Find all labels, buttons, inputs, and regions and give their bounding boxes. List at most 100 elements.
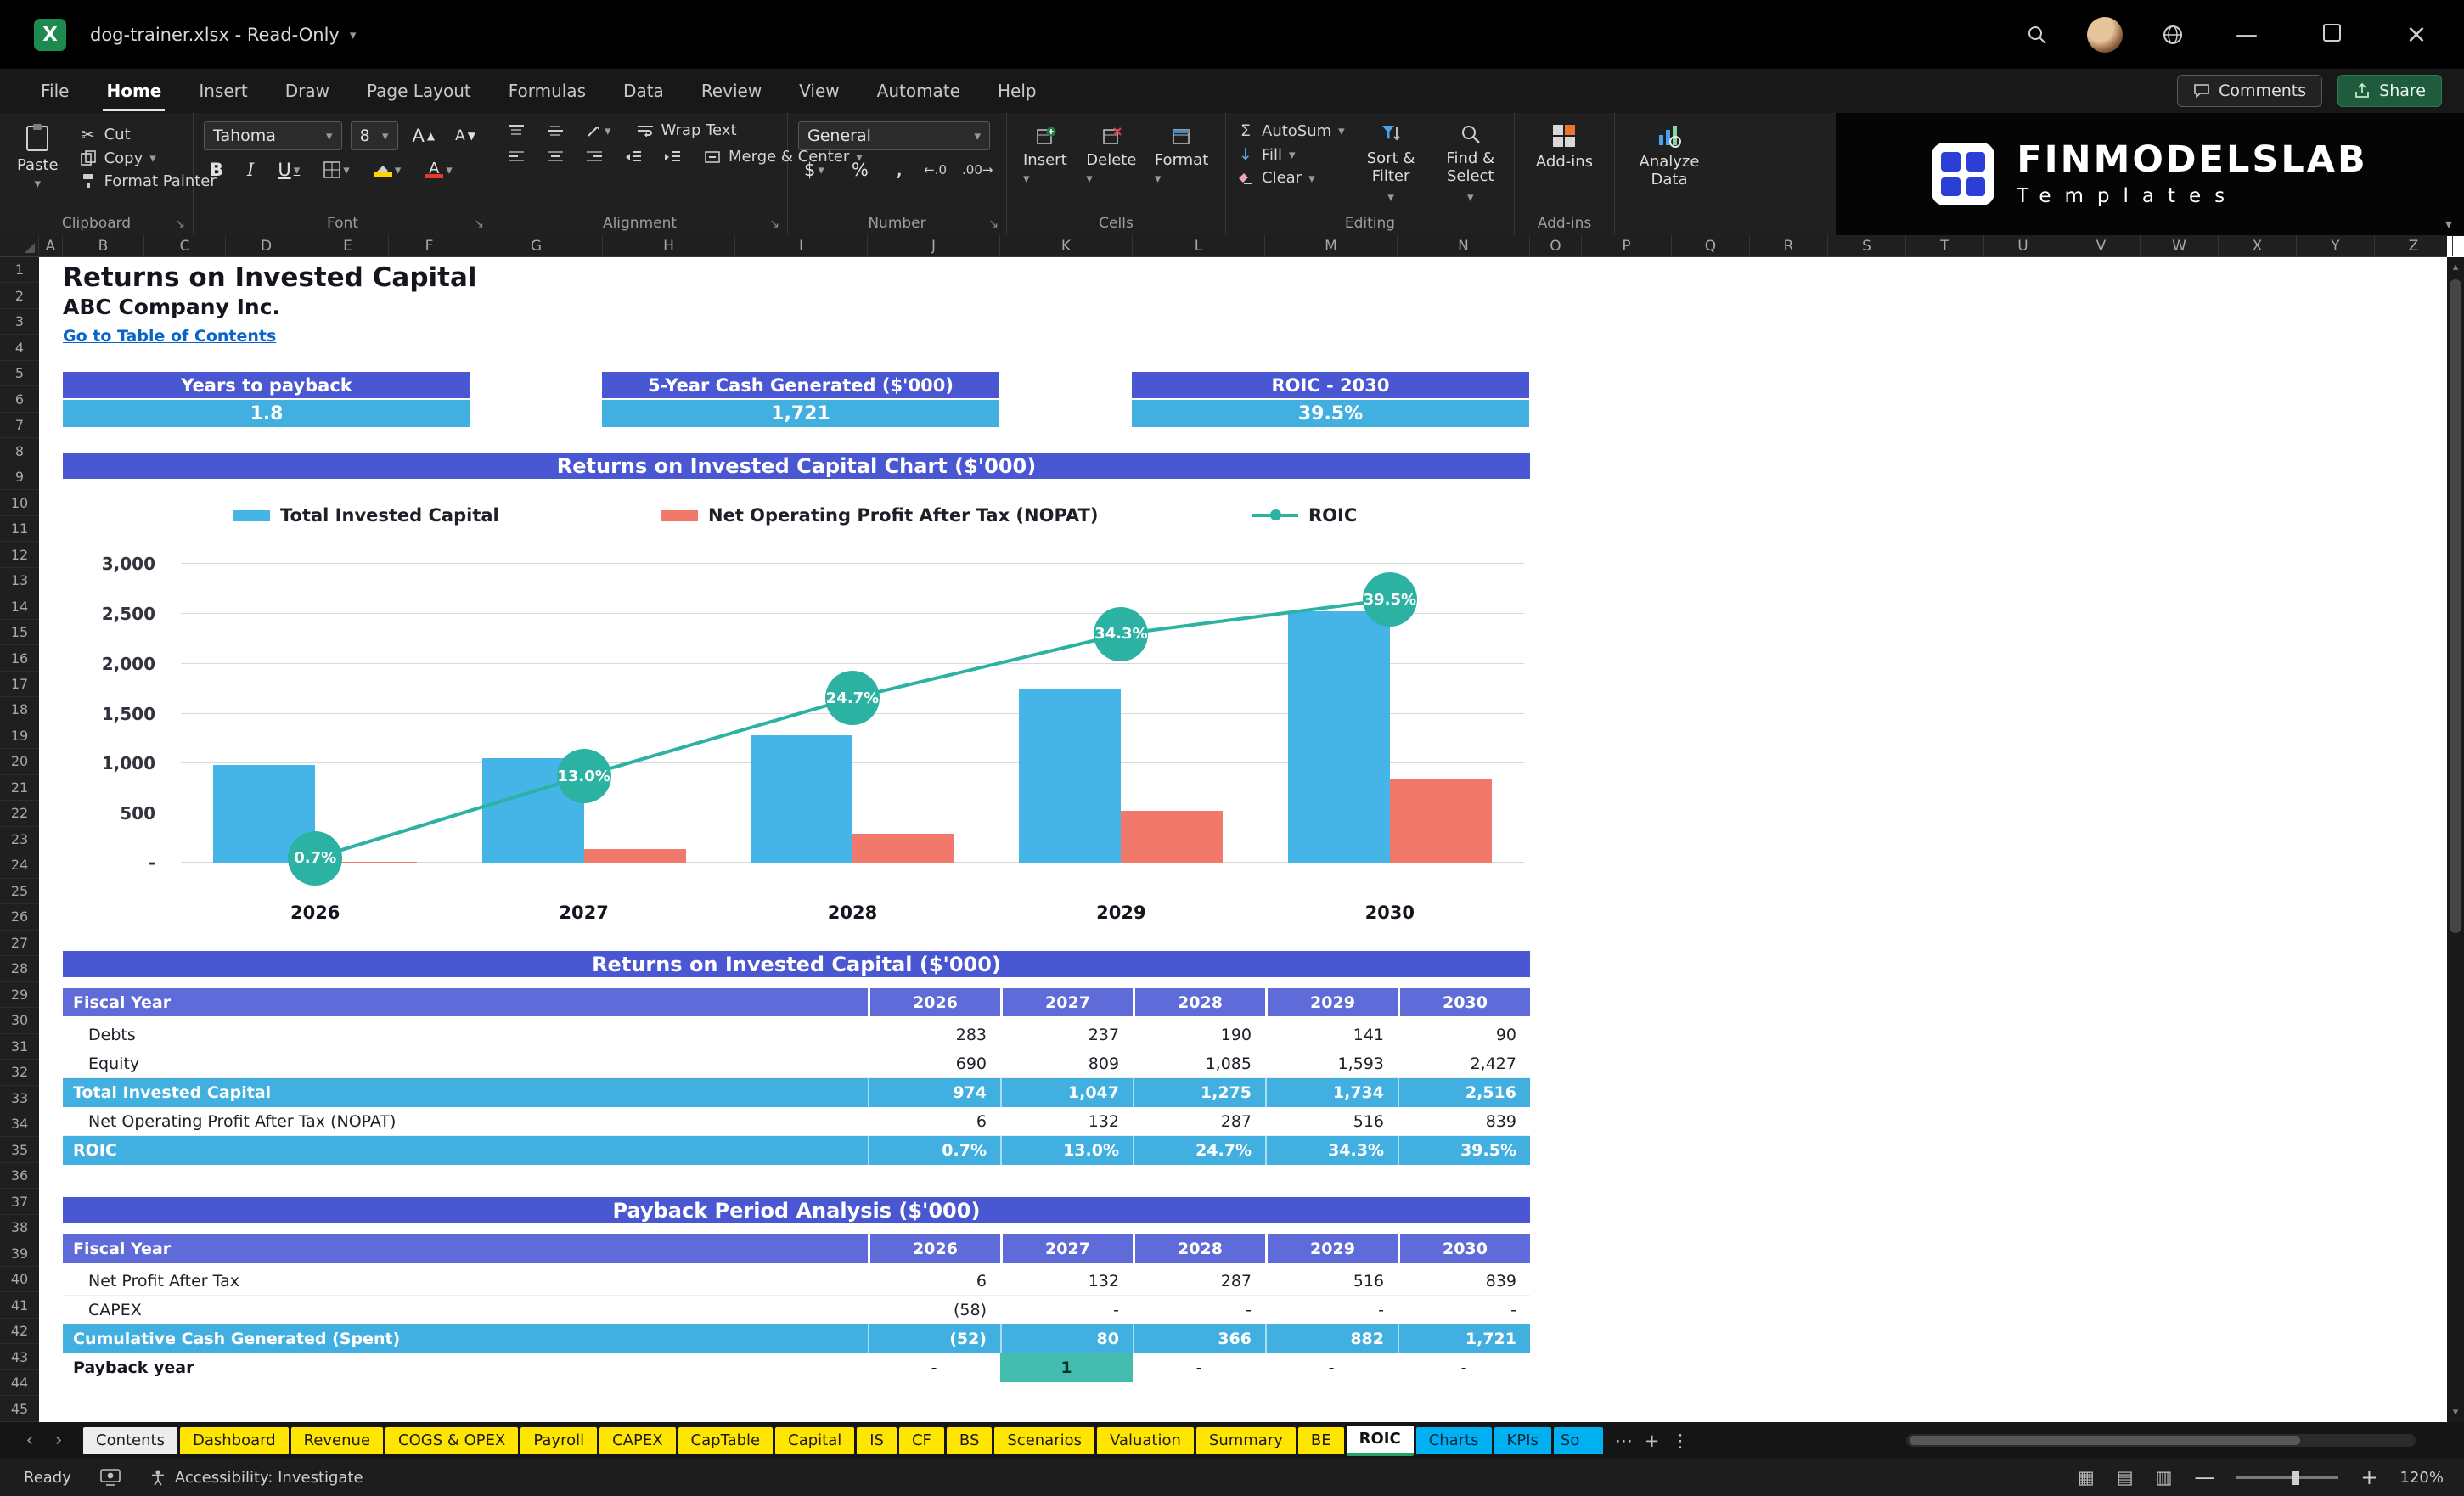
kpi-value-years-to-payback[interactable]: 1.8 (63, 400, 470, 427)
year-header-2027[interactable]: 2027 (1000, 988, 1133, 1016)
cell-value[interactable]: - (1265, 1296, 1398, 1324)
cell-value[interactable]: 2,427 (1398, 1049, 1530, 1077)
cell-value[interactable]: 1,275 (1133, 1078, 1265, 1107)
table-row[interactable]: Equity 690 809 1,085 1,593 2,427 (63, 1049, 1530, 1078)
font-name-combo[interactable]: Tahoma ▾ (204, 121, 342, 150)
cell-value[interactable]: 1,085 (1133, 1049, 1265, 1077)
row-header-20[interactable]: 20 (0, 749, 39, 775)
bold-button[interactable]: B (204, 159, 229, 181)
autosum-button[interactable]: Σ AutoSum ▾ (1236, 121, 1345, 140)
sheet-tab-cogs-opex[interactable]: COGS & OPEX (385, 1426, 519, 1454)
row-header-41[interactable]: 41 (0, 1292, 39, 1319)
normal-view-icon[interactable]: ▦ (2078, 1467, 2095, 1488)
increase-decimal-button[interactable]: ←.0 (924, 162, 947, 177)
menu-tab-page-layout[interactable]: Page Layout (352, 72, 487, 110)
addins-button[interactable]: Add-ins (1529, 121, 1600, 173)
row-header-16[interactable]: 16 (0, 645, 39, 672)
row-header-5[interactable]: 5 (0, 361, 39, 387)
row-header-35[interactable]: 35 (0, 1137, 39, 1163)
paste-button[interactable]: Paste ▾ (10, 121, 65, 194)
menu-tab-review[interactable]: Review (686, 72, 777, 110)
row-headers[interactable]: 1 2 3 4 5 6 7 8 9 10 11 12 13 14 15 16 17 18 19 20 21 22 23 24 2… (0, 257, 39, 1422)
comments-button[interactable]: Comments (2177, 75, 2323, 107)
row-label[interactable]: CAPEX (63, 1296, 868, 1324)
file-name[interactable]: dog-trainer.xlsx - Read-Only ▾ (90, 25, 356, 45)
row-header-37[interactable]: 37 (0, 1189, 39, 1215)
cell-value[interactable]: 6 (868, 1267, 1000, 1295)
column-header-G[interactable]: G (470, 235, 603, 256)
row-header-12[interactable]: 12 (0, 542, 39, 568)
cell-value[interactable]: 839 (1398, 1267, 1530, 1295)
row-header-39[interactable]: 39 (0, 1240, 39, 1267)
cell-value[interactable]: 516 (1265, 1107, 1398, 1135)
sheet-tab-captable[interactable]: CapTable (678, 1426, 774, 1454)
row-header-38[interactable]: 38 (0, 1215, 39, 1241)
row-header-15[interactable]: 15 (0, 620, 39, 646)
column-header-D[interactable]: D (226, 235, 307, 256)
row-header-42[interactable]: 42 (0, 1319, 39, 1345)
row-header-21[interactable]: 21 (0, 775, 39, 801)
column-header-M[interactable]: M (1265, 235, 1398, 256)
sheet-tab-summary[interactable]: Summary (1195, 1426, 1296, 1454)
align-right-icon[interactable] (581, 149, 608, 165)
globe-icon[interactable] (2160, 22, 2186, 48)
zoom-out-button[interactable]: — (2194, 1465, 2214, 1489)
year-header-2029[interactable]: 2029 (1265, 1234, 1398, 1263)
roic-chart-plot[interactable]: 0.7% 13.0% 24.7% 34.3% 39.5% (181, 563, 1524, 886)
sheet-tab-be[interactable]: BE (1297, 1426, 1344, 1454)
column-header-K[interactable]: K (1000, 235, 1133, 256)
cell-value[interactable]: 690 (868, 1049, 1000, 1077)
row-header-34[interactable]: 34 (0, 1111, 39, 1138)
cell-value[interactable]: - (868, 1353, 1000, 1382)
find-select-button[interactable]: Find & Select ▾ (1437, 121, 1504, 207)
row-header-30[interactable]: 30 (0, 1008, 39, 1034)
clipboard-dialog-launcher[interactable]: ↘ (175, 217, 185, 231)
page-layout-view-icon[interactable]: ▤ (2117, 1467, 2134, 1488)
fiscal-year-row[interactable]: Fiscal Year 2026 2027 2028 2029 2030 (63, 988, 1530, 1016)
sheet-tab-revenue[interactable]: Revenue (290, 1426, 384, 1454)
table2-header[interactable]: Payback Period Analysis ($'000) (63, 1197, 1530, 1223)
horizontal-scrollbar[interactable] (1906, 1434, 2416, 1447)
roic-marker[interactable]: 0.7% (288, 830, 343, 886)
legend-nopat[interactable]: Net Operating Profit After Tax (NOPAT) (661, 505, 1098, 526)
increase-indent-icon[interactable] (659, 149, 686, 165)
cell-value[interactable]: - (1398, 1353, 1530, 1382)
cell-value[interactable]: 24.7% (1133, 1136, 1265, 1165)
table-row[interactable]: Debts 283 237 190 141 90 (63, 1021, 1530, 1049)
row-header-2[interactable]: 2 (0, 283, 39, 309)
column-headers[interactable]: ABCDEFGHIJKLMNOPQRSTUVWXYZ (0, 235, 2453, 257)
year-header-2028[interactable]: 2028 (1133, 988, 1265, 1016)
column-header-V[interactable]: V (2062, 235, 2141, 256)
column-header-C[interactable]: C (144, 235, 226, 256)
table-row[interactable]: Net Operating Profit After Tax (NOPAT) 6 1… (63, 1107, 1530, 1136)
sheet-tab-charts[interactable]: Charts (1415, 1426, 1492, 1454)
row-header-44[interactable]: 44 (0, 1370, 39, 1397)
cell-value[interactable]: - (1265, 1353, 1398, 1382)
column-header-W[interactable]: W (2141, 235, 2219, 256)
menu-tab-data[interactable]: Data (608, 72, 679, 110)
number-format-combo[interactable]: General ▾ (798, 121, 990, 150)
column-header-N[interactable]: N (1398, 235, 1530, 256)
row-header-7[interactable]: 7 (0, 413, 39, 439)
wrap-text-button[interactable]: Wrap Text (636, 121, 737, 139)
cell-value[interactable]: 90 (1398, 1021, 1530, 1049)
number-dialog-launcher[interactable]: ↘ (988, 217, 999, 231)
column-header-F[interactable]: F (389, 235, 470, 256)
row-header-13[interactable]: 13 (0, 568, 39, 594)
accounting-format-button[interactable]: $ ▾ (798, 159, 830, 181)
row-label[interactable]: Cumulative Cash Generated (Spent) (63, 1324, 868, 1353)
sort-filter-button[interactable]: Sort & Filter ▾ (1360, 121, 1422, 207)
tabs-scroll-left-icon[interactable]: ‹ (15, 1430, 44, 1451)
column-header-P[interactable]: P (1582, 235, 1672, 256)
table-row[interactable]: CAPEX (58) - - - - (63, 1296, 1530, 1324)
menu-tab-automate[interactable]: Automate (862, 72, 976, 110)
screen-record-icon[interactable] (100, 1469, 121, 1486)
percent-style-button[interactable]: % (846, 159, 875, 181)
cell-value[interactable]: - (1133, 1296, 1265, 1324)
roic-table[interactable]: Fiscal Year 2026 2027 2028 2029 2030 Debts 283 2… (63, 988, 1530, 1165)
row-header-31[interactable]: 31 (0, 1034, 39, 1060)
row-header-11[interactable]: 11 (0, 516, 39, 543)
sheet-tab-bs[interactable]: BS (946, 1426, 993, 1454)
row-header-28[interactable]: 28 (0, 956, 39, 982)
cell-value[interactable]: 13.0% (1000, 1136, 1133, 1165)
